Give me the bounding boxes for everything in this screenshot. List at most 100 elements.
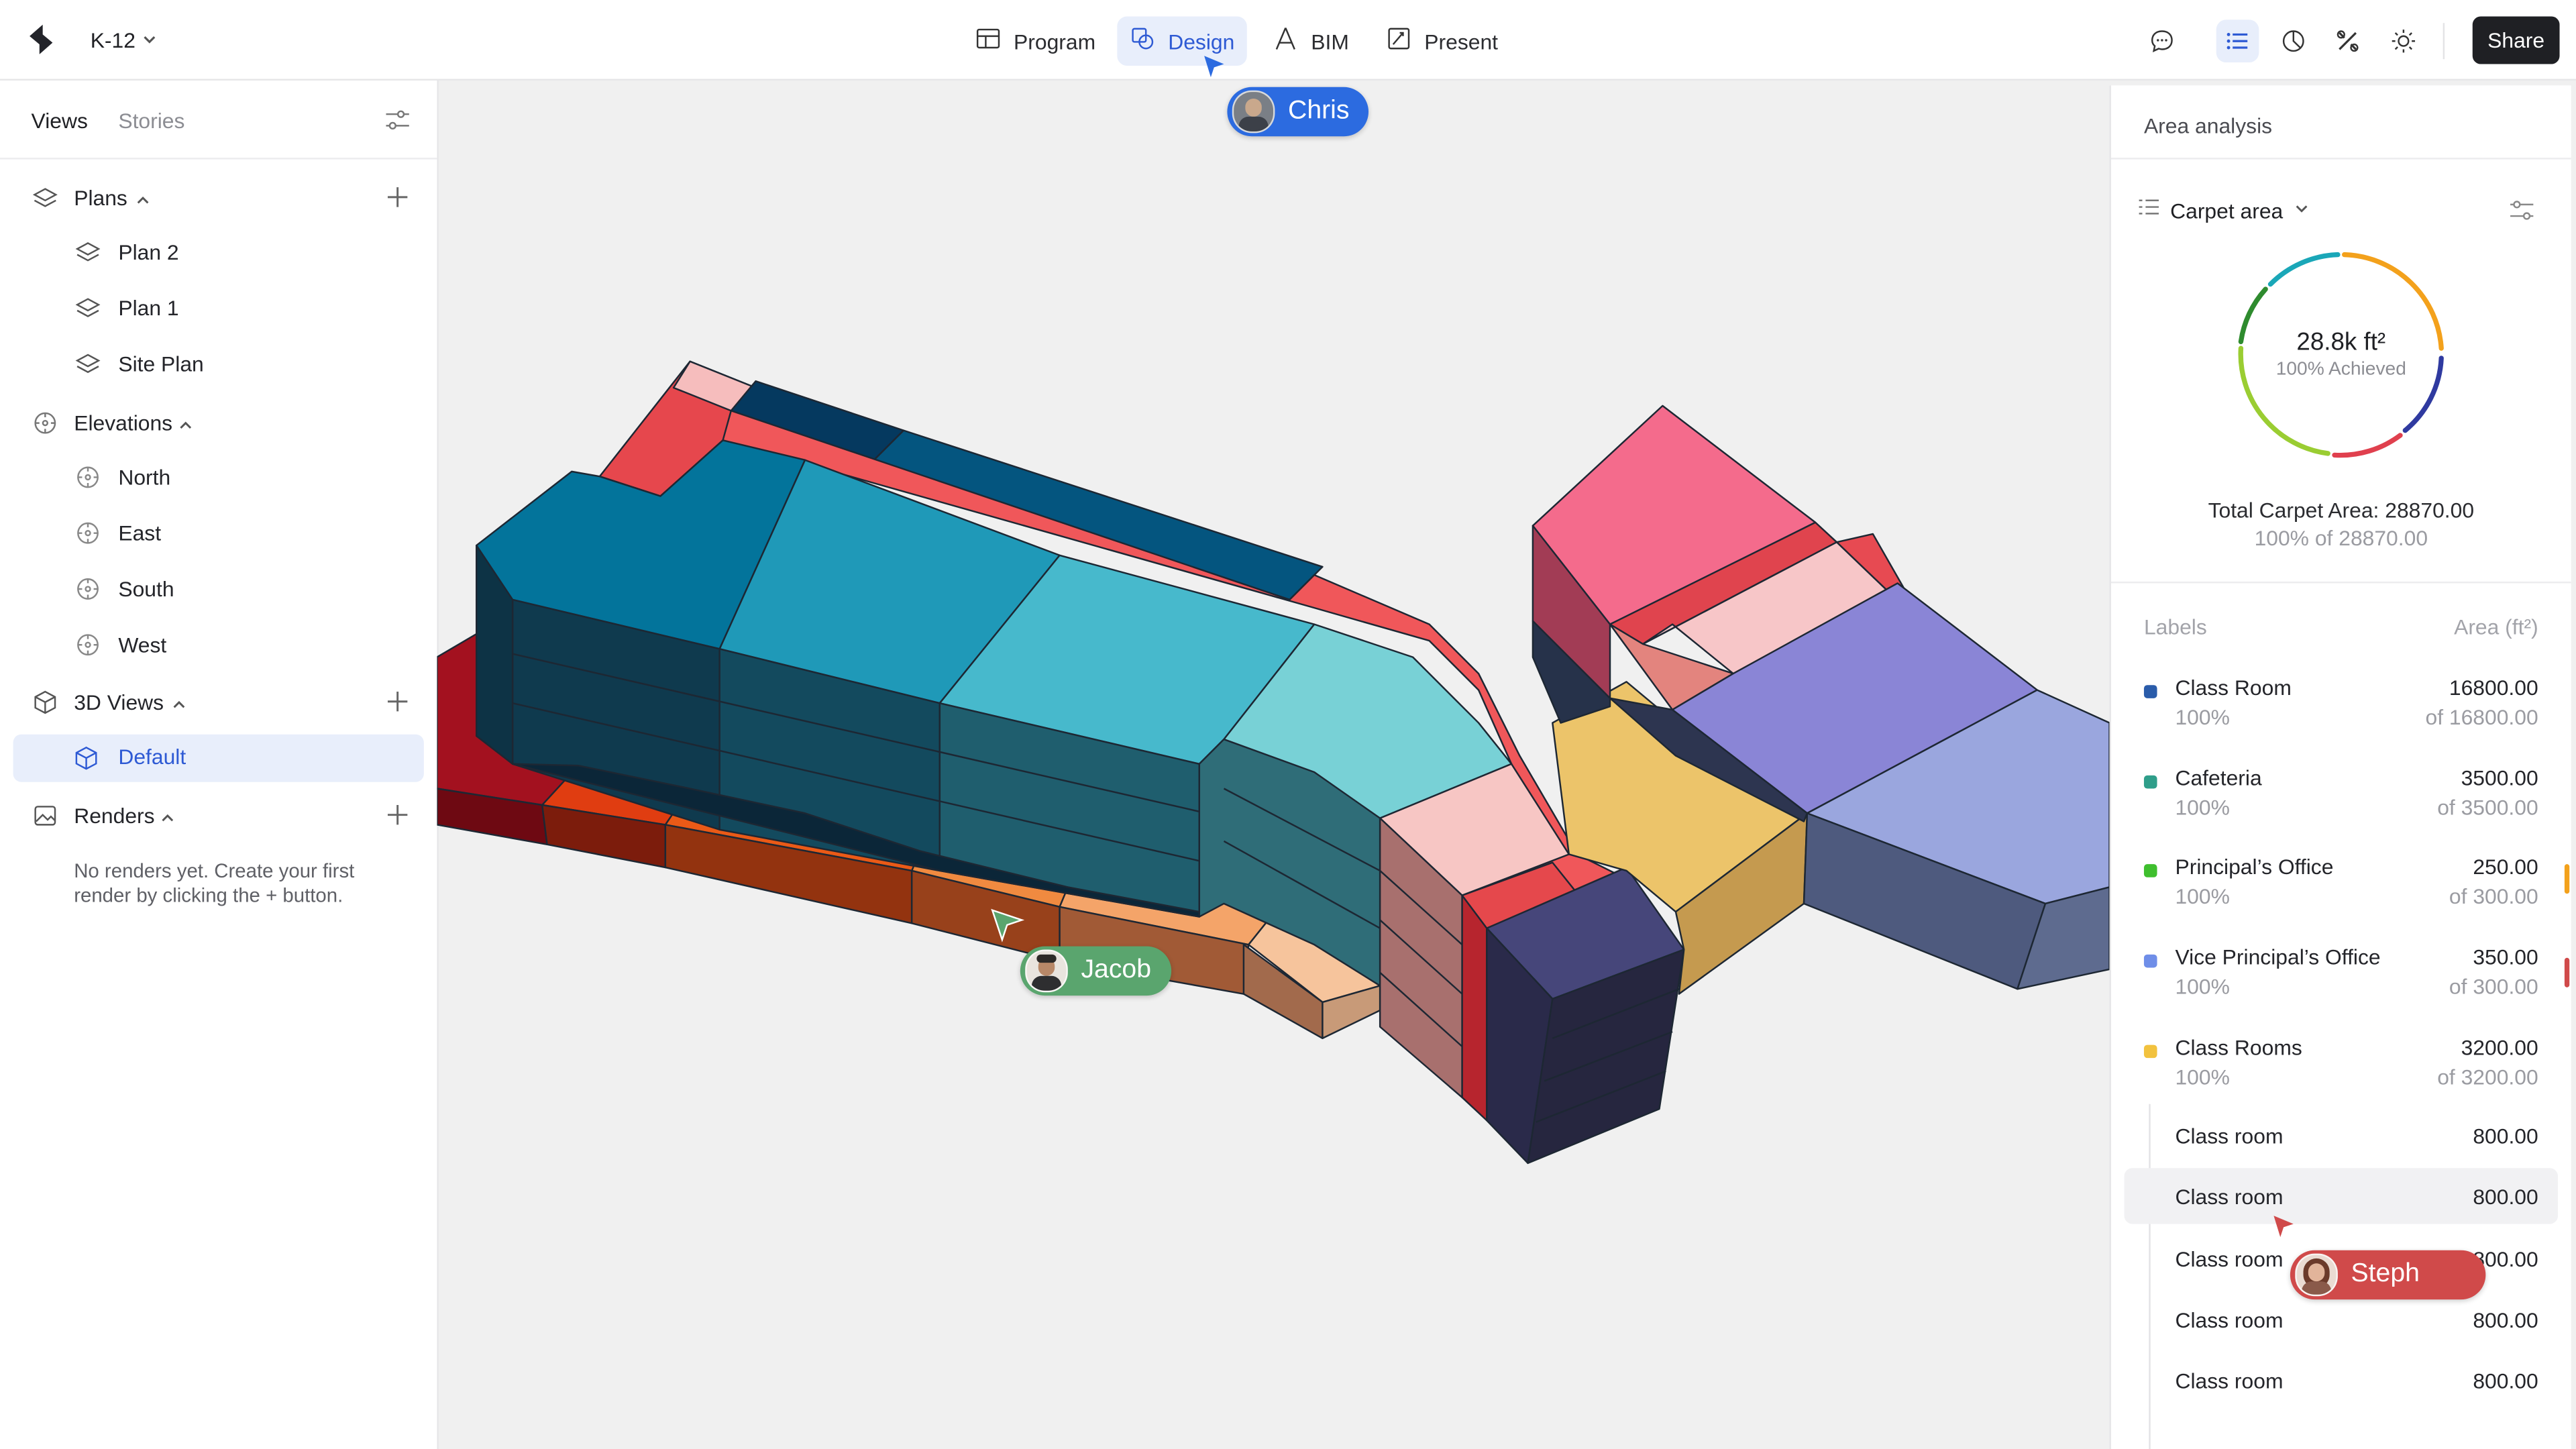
scroll-marker-red [2564, 957, 2570, 987]
tab-design[interactable]: Design [1117, 16, 1248, 66]
sub-row-name: Class room [2175, 1124, 2284, 1148]
list-view-icon[interactable] [2216, 19, 2259, 63]
section-elevations[interactable]: Elevations [0, 399, 437, 445]
label-percent: 100% [2175, 704, 2230, 730]
label-row[interactable]: Principal’s Office 100% 250.00 of 300.00 [2111, 855, 2571, 936]
layers-icon [74, 238, 100, 264]
panel-settings-sliders-icon[interactable] [2509, 197, 2535, 231]
label-row[interactable]: Cafeteria 100% 3500.00 of 3500.00 [2111, 765, 2571, 847]
label-row[interactable]: Class Rooms 100% 3200.00 of 3200.00 [2111, 1034, 2571, 1116]
project-switcher[interactable]: K-12 [90, 28, 159, 53]
sidebar-item-label: Default [118, 744, 186, 769]
label-area-target: of 16800.00 [2425, 704, 2538, 730]
tab-bim-label: BIM [1311, 28, 1349, 54]
label-name: Class Rooms [2175, 1034, 2302, 1060]
section-renders[interactable]: Renders [0, 792, 437, 838]
add-plan-plus-icon[interactable] [384, 184, 411, 210]
sub-row-value: 800.00 [2473, 1368, 2538, 1393]
sidebar-item-label: South [118, 576, 174, 601]
sidebar-item-label: North [118, 464, 171, 489]
table-icon [976, 26, 1001, 56]
sidebar-item-plan-1[interactable]: Plan 1 [0, 284, 437, 331]
cursor-arrow-icon [1201, 54, 1227, 89]
sidebar-item-label: West [118, 631, 167, 657]
analytics-pie-icon[interactable] [2272, 19, 2315, 62]
toolbar-divider [2443, 23, 2445, 60]
total-carpet-area-sub: 100% of 28870.00 [2254, 525, 2428, 551]
tab-program[interactable]: Program [963, 16, 1109, 65]
app-window: K-12 Program Design BIM Present Share Vi… [0, 0, 2576, 1449]
sidebar-item-west[interactable]: West [0, 621, 437, 667]
comment-icon[interactable] [2141, 19, 2184, 62]
sidebar-item-site-plan[interactable]: Site Plan [0, 340, 437, 386]
chevron-down-icon [2293, 195, 2309, 225]
compass-icon [74, 575, 100, 601]
avatar [2295, 1253, 2338, 1297]
labels-header: Labels [2143, 614, 2207, 639]
label-percent: 100% [2175, 974, 2230, 1000]
compass-icon [74, 464, 100, 490]
section-plans-label: Plans [74, 184, 127, 210]
add-3d-view-plus-icon[interactable] [384, 688, 411, 714]
collaborator-name: Jacob [1081, 956, 1152, 984]
sidebar-item-default[interactable]: Default [13, 734, 424, 782]
label-row[interactable]: Vice Principal’s Office 100% 350.00 of 300.… [2111, 945, 2571, 1026]
label-color-swatch [2143, 685, 2157, 698]
chevron-up-icon [177, 414, 193, 439]
tab-present[interactable]: Present [1373, 16, 1511, 65]
sidebar-item-plan-2[interactable]: Plan 2 [0, 228, 437, 274]
label-percent: 100% [2175, 884, 2230, 910]
sidebar-item-east[interactable]: East [0, 509, 437, 555]
metric-dropdown[interactable]: Carpet area [2137, 195, 2309, 225]
label-area-target: of 300.00 [2449, 974, 2538, 1000]
tools-icon[interactable] [2326, 19, 2369, 62]
sidebar-item-label: Plan 1 [118, 294, 179, 320]
section-renders-label: Renders [74, 802, 155, 828]
donut-center-value: 28.8k ft² [2296, 328, 2386, 357]
left-sidebar: Views Stories Plans Plan 2 Plan 1 Site P… [0, 80, 439, 1449]
list-item[interactable]: Class room 800.00 [2124, 1168, 2559, 1224]
tab-stories[interactable]: Stories [118, 109, 184, 133]
sun-icon[interactable] [2382, 19, 2425, 62]
app-logo-icon[interactable] [26, 23, 56, 56]
label-row[interactable]: Class Room 100% 16800.00 of 16800.00 [2111, 676, 2571, 757]
section-plans[interactable]: Plans [0, 174, 437, 221]
chevron-down-icon [142, 28, 158, 53]
model-viewport[interactable] [437, 80, 2110, 1449]
tab-views[interactable]: Views [32, 109, 88, 133]
tab-bim[interactable]: BIM [1260, 16, 1362, 65]
sidebar-item-label: Plan 2 [118, 239, 179, 264]
label-area-value: 250.00 [2473, 855, 2538, 880]
sidebar-item-north[interactable]: North [0, 453, 437, 500]
sidebar-item-south[interactable]: South [0, 565, 437, 611]
donut-segment-red [2332, 433, 2403, 458]
block-red-wall [1461, 894, 1488, 1122]
list-indent-icon [2137, 195, 2160, 226]
label-area-target: of 300.00 [2449, 884, 2538, 910]
share-button-label: Share [2487, 28, 2545, 53]
share-button[interactable]: Share [2472, 16, 2560, 64]
label-color-swatch [2143, 1044, 2157, 1058]
top-bar: K-12 Program Design BIM Present Share [0, 0, 2576, 81]
section-3d-views[interactable]: 3D Views [0, 678, 437, 724]
add-render-plus-icon[interactable] [384, 802, 411, 828]
label-color-swatch [2143, 865, 2157, 878]
design-shapes-icon [1130, 26, 1155, 56]
layers-icon [74, 350, 100, 376]
sidebar-divider [0, 158, 437, 160]
total-carpet-area: Total Carpet Area: 28870.00 [2208, 498, 2475, 523]
label-area-value: 16800.00 [2449, 675, 2538, 700]
area-analysis-panel: Area analysis Carpet area 28.8k ft² 100%… [2109, 85, 2571, 1449]
layers-icon [32, 184, 58, 210]
compass-icon [74, 631, 100, 657]
scroll-marker-orange [2564, 864, 2570, 894]
label-percent: 100% [2175, 1064, 2230, 1089]
label-area-value: 3200.00 [2461, 1034, 2538, 1060]
filter-sliders-icon[interactable] [384, 107, 411, 133]
list-item[interactable]: Class room 800.00 [2111, 1350, 2571, 1406]
donut-segment-teal [2267, 252, 2341, 287]
project-name: K-12 [90, 28, 136, 53]
label-name: Principal’s Office [2175, 855, 2334, 880]
bim-compass-icon [1273, 26, 1298, 56]
label-name: Class Room [2175, 675, 2292, 700]
